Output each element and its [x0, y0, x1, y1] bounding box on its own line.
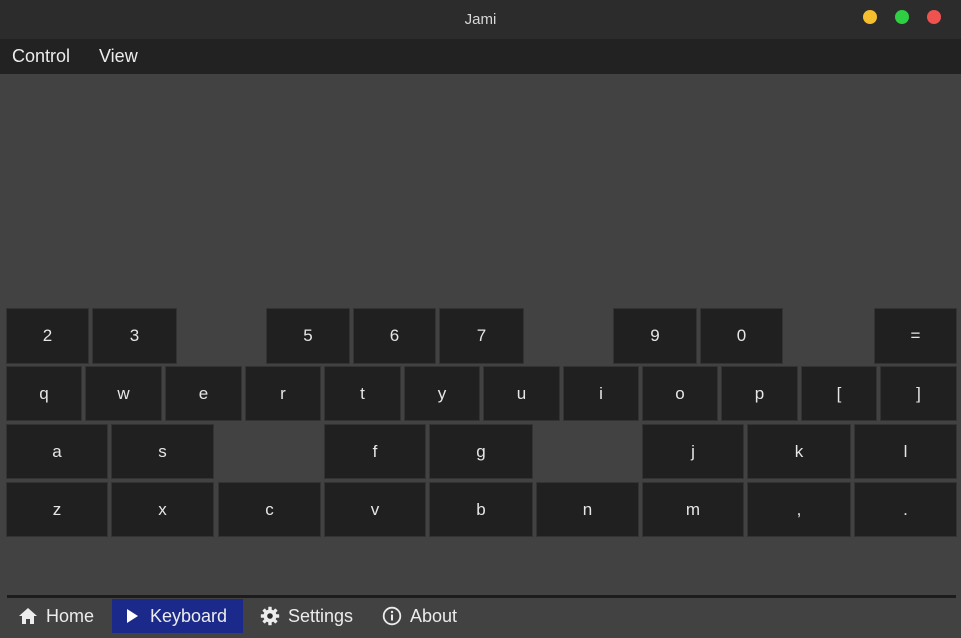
maximize-button[interactable]	[895, 10, 909, 24]
key-a[interactable]: a	[6, 424, 108, 479]
home-icon	[18, 606, 38, 626]
key-o[interactable]: o	[642, 366, 718, 421]
key-m[interactable]: m	[642, 482, 744, 537]
key-s[interactable]: s	[111, 424, 214, 479]
key-y[interactable]: y	[404, 366, 480, 421]
title-bar: Jami	[0, 0, 961, 40]
nav-about-label: About	[410, 605, 458, 626]
key-i[interactable]: i	[563, 366, 639, 421]
key-f[interactable]: f	[324, 424, 426, 479]
nav-keyboard[interactable]: Keyboard	[112, 599, 243, 633]
key-comma[interactable]: ,	[747, 482, 851, 537]
nav-about[interactable]: About	[372, 599, 472, 633]
nav-settings-label: Settings	[288, 605, 354, 626]
key-k[interactable]: k	[747, 424, 851, 479]
gear-icon	[260, 606, 280, 626]
key-l[interactable]: l	[854, 424, 957, 479]
menu-view[interactable]: View	[99, 39, 138, 74]
nav-divider	[7, 595, 956, 598]
key-q[interactable]: q	[6, 366, 82, 421]
play-icon	[122, 606, 142, 626]
key-2[interactable]: 2	[6, 308, 89, 364]
key-e[interactable]: e	[165, 366, 242, 421]
key-j[interactable]: j	[642, 424, 744, 479]
key-x[interactable]: x	[111, 482, 214, 537]
key-z[interactable]: z	[6, 482, 108, 537]
key-c[interactable]: c	[218, 482, 321, 537]
minimize-button[interactable]	[863, 10, 877, 24]
nav-home[interactable]: Home	[8, 599, 112, 633]
key-n[interactable]: n	[536, 482, 639, 537]
nav-settings[interactable]: Settings	[250, 599, 366, 633]
key-r[interactable]: r	[245, 366, 321, 421]
menu-control[interactable]: Control	[12, 39, 70, 74]
key-b[interactable]: b	[429, 482, 533, 537]
close-button[interactable]	[927, 10, 941, 24]
key-g[interactable]: g	[429, 424, 533, 479]
key-9[interactable]: 9	[613, 308, 697, 364]
key-w[interactable]: w	[85, 366, 162, 421]
key-7[interactable]: 7	[439, 308, 524, 364]
key-right-bracket[interactable]: ]	[880, 366, 957, 421]
key-5[interactable]: 5	[266, 308, 350, 364]
key-equals[interactable]: =	[874, 308, 957, 364]
key-v[interactable]: v	[324, 482, 426, 537]
info-icon	[382, 606, 402, 626]
key-u[interactable]: u	[483, 366, 560, 421]
key-t[interactable]: t	[324, 366, 401, 421]
key-p[interactable]: p	[721, 366, 798, 421]
key-0[interactable]: 0	[700, 308, 783, 364]
window-title: Jami	[464, 11, 497, 28]
key-3[interactable]: 3	[92, 308, 177, 364]
key-6[interactable]: 6	[353, 308, 436, 364]
key-left-bracket[interactable]: [	[801, 366, 877, 421]
nav-keyboard-label: Keyboard	[150, 605, 228, 626]
menu-bar: Control View	[0, 39, 961, 74]
key-period[interactable]: .	[854, 482, 957, 537]
nav-home-label: Home	[46, 605, 95, 626]
